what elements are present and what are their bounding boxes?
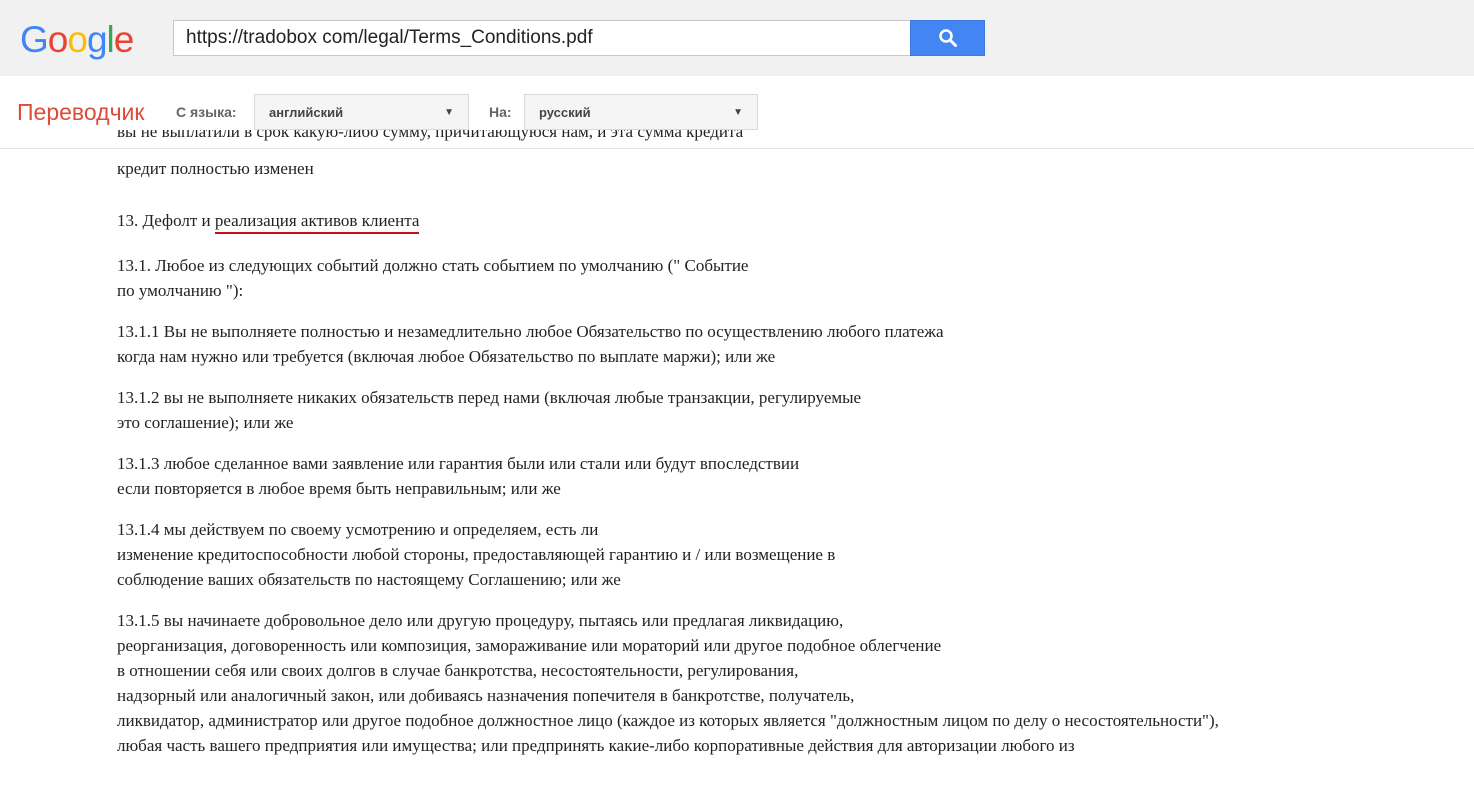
heading-number: 13. Дефолт и <box>117 211 215 230</box>
paragraph-line: когда нам нужно или требуется (включая л… <box>117 347 776 366</box>
logo-letter-0: G <box>20 19 49 60</box>
logo-letter-2: o <box>67 19 88 60</box>
section-heading: 13. Дефолт и реализация активов клиента <box>117 208 1457 234</box>
logo-letter-3: g <box>86 19 108 60</box>
paragraph-line: 13.1.4 мы действуем по своему усмотрению… <box>117 520 599 539</box>
paragraph-line: 13.1.1 Вы не выполняете полностью и неза… <box>117 322 944 341</box>
from-language-select[interactable]: английский ▼ <box>254 94 469 130</box>
paragraph-line: соблюдение ваших обязательств по настоящ… <box>117 570 621 589</box>
clipped-text-line: вы не выплатили в срок какую-либо сумму,… <box>117 130 1457 148</box>
chevron-down-icon: ▼ <box>733 106 743 118</box>
clipped-text: вы не выплатили в срок какую-либо сумму,… <box>117 130 744 141</box>
paragraph-line: 13.1.2 вы не выполняете никаких обязател… <box>117 388 862 407</box>
google-header: Google <box>0 0 1474 76</box>
search-button[interactable] <box>910 20 985 56</box>
spellcheck-underlined-text: реализация активов клиента <box>214 211 420 234</box>
logo-letter-4: l <box>106 19 115 60</box>
to-language-select[interactable]: русский ▼ <box>524 94 758 130</box>
paragraph-line: если повторяется в любое время быть непр… <box>117 479 561 498</box>
from-language-label: С языка: <box>176 104 237 120</box>
paragraph-line: 13.1.5 вы начинаете добровольное дело ил… <box>117 611 844 630</box>
translated-document: кредит полностью изменен 13. Дефолт и ре… <box>117 156 1457 774</box>
paragraph: 13.1.4 мы действуем по своему усмотрению… <box>117 517 1457 592</box>
paragraph: кредит полностью изменен <box>117 156 1457 181</box>
search-icon <box>938 29 957 47</box>
paragraph-line: по умолчанию "): <box>117 281 244 300</box>
url-input[interactable] <box>173 20 910 56</box>
google-logo[interactable]: Google <box>20 18 135 62</box>
paragraph: 13.1.3 любое сделанное вами заявление ил… <box>117 451 1457 501</box>
chevron-down-icon: ▼ <box>444 106 454 118</box>
to-language-label: На: <box>489 104 512 120</box>
paragraph-line: реорганизация, договоренность или композ… <box>117 636 942 655</box>
paragraph-line: это соглашение); или же <box>117 413 294 432</box>
paragraph: 13.1. Любое из следующих событий должно … <box>117 253 1457 303</box>
paragraph-line: 13.1.3 любое сделанное вами заявление ил… <box>117 454 800 473</box>
paragraph: 13.1.5 вы начинаете добровольное дело ил… <box>117 608 1457 758</box>
translator-title[interactable]: Переводчик <box>17 98 144 126</box>
paragraph: 13.1.1 Вы не выполняете полностью и неза… <box>117 319 1457 369</box>
paragraph-line: надзорный или аналогичный закон, или доб… <box>117 686 855 705</box>
from-language-value: английский <box>269 104 344 120</box>
paragraph-line: кредит полностью изменен <box>117 159 314 178</box>
paragraph-line: 13.1. Любое из следующих событий должно … <box>117 256 749 275</box>
logo-letter-1: o <box>47 19 69 60</box>
paragraph-line: изменение кредитоспособности любой сторо… <box>117 545 836 564</box>
paragraph: 13.1.2 вы не выполняете никаких обязател… <box>117 385 1457 435</box>
to-language-value: русский <box>539 104 591 120</box>
paragraph-line: любая часть вашего предприятия или имуще… <box>117 736 1075 755</box>
logo-letter-5: e <box>113 19 135 60</box>
paragraph-line: в отношении себя или своих долгов в случ… <box>117 661 799 680</box>
paragraph-line: ликвидатор, администратор или другое под… <box>117 711 1219 730</box>
